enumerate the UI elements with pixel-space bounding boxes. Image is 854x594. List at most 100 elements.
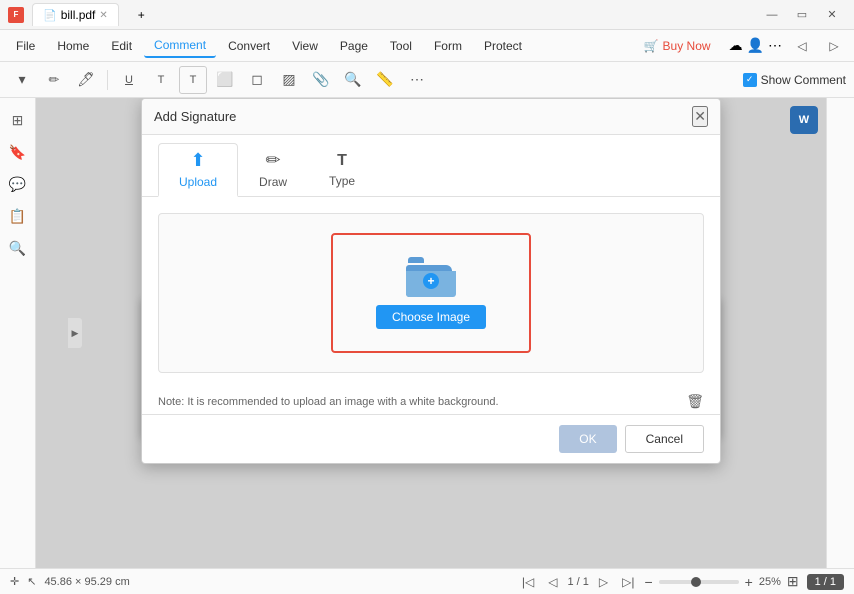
zoom-thumb xyxy=(691,577,701,587)
expand-sidebar-arrow[interactable]: ▶ xyxy=(68,318,82,348)
menu-edit[interactable]: Edit xyxy=(101,35,142,57)
page-display: 1 / 1 xyxy=(567,576,588,588)
nav-back-button[interactable]: ◁ xyxy=(788,32,816,60)
more-icon[interactable]: ⋯ xyxy=(768,37,782,54)
sidebar-search-icon[interactable]: 🔍 xyxy=(4,234,32,262)
folder-plus-icon: + xyxy=(423,273,439,289)
sidebar-bookmark-icon[interactable]: 🔖 xyxy=(4,138,32,166)
toolbar-rect-btn[interactable]: ⬜ xyxy=(211,66,239,94)
bottombar: ✛ ↖ 45.86 × 95.29 cm |◁ ◁ 1 / 1 ▷ ▷| − +… xyxy=(0,568,854,594)
zoom-out-icon[interactable]: − xyxy=(644,574,652,590)
close-button[interactable]: ✕ xyxy=(818,1,846,29)
cart-icon: 🛒 xyxy=(644,39,659,53)
toolbar-dropdown-btn[interactable]: ▾ xyxy=(8,66,36,94)
buy-now-button[interactable]: 🛒 Buy Now xyxy=(636,35,719,57)
menu-comment[interactable]: Comment xyxy=(144,34,216,58)
dimensions-text: 45.86 × 95.29 cm xyxy=(44,576,129,588)
menu-page[interactable]: Page xyxy=(330,35,378,57)
dialog-titlebar: Add Signature ✕ xyxy=(142,99,720,135)
last-page-button[interactable]: ▷| xyxy=(618,573,638,591)
nav-forward-button[interactable]: ▷ xyxy=(820,32,848,60)
zoom-in-icon[interactable]: + xyxy=(745,574,753,590)
dialog-close-button[interactable]: ✕ xyxy=(692,106,708,127)
menu-home[interactable]: Home xyxy=(47,35,99,57)
upload-tab-icon: ⬆ xyxy=(190,150,205,171)
dialog-title-text: Add Signature xyxy=(154,109,236,124)
cancel-button[interactable]: Cancel xyxy=(625,425,704,453)
fit-page-icon[interactable]: ⊞ xyxy=(787,573,799,590)
word-icon: W xyxy=(790,106,818,134)
delete-icon-button[interactable]: 🗑 xyxy=(686,393,704,410)
word-icon-button[interactable]: W xyxy=(790,106,818,134)
dialog-actions: OK Cancel xyxy=(142,414,720,463)
ok-button[interactable]: OK xyxy=(559,425,616,453)
draw-tab-label: Draw xyxy=(259,175,287,189)
dialog-note: Note: It is recommended to upload an ima… xyxy=(142,389,720,414)
toolbar-sep-1 xyxy=(107,70,108,90)
toolbar: ▾ ✏ 🖊 U T T ⬜ ◻ ▨ 📎 🔍 📏 ⋯ ✓ Show Comment xyxy=(0,62,854,98)
new-tab-icon: + xyxy=(138,8,145,22)
dialog-tabs: ⬆ Upload ✏ Draw T Type xyxy=(142,135,720,197)
toolbar-measure-btn[interactable]: 📏 xyxy=(371,66,399,94)
menu-convert[interactable]: Convert xyxy=(218,35,280,57)
folder-tab-part xyxy=(408,257,424,263)
tab-filename: bill.pdf xyxy=(61,8,96,22)
zoom-slider[interactable] xyxy=(659,580,739,584)
tab-draw[interactable]: ✏ Draw xyxy=(238,143,308,196)
menu-file[interactable]: File xyxy=(6,35,45,57)
toolbar-text-btn[interactable]: T xyxy=(147,66,175,94)
menu-form[interactable]: Form xyxy=(424,35,472,57)
zoom-value: 25% xyxy=(759,576,781,588)
upload-drop-area[interactable]: + Choose Image xyxy=(158,213,704,373)
tab-type[interactable]: T Type xyxy=(308,145,376,195)
window-nav-buttons: ◁ ▷ xyxy=(788,32,848,60)
toolbar-underline-btn[interactable]: U xyxy=(115,66,143,94)
draw-tab-icon: ✏ xyxy=(265,150,280,171)
new-tab-button[interactable]: + xyxy=(127,3,156,27)
cloud-icon[interactable]: ☁ xyxy=(729,37,743,54)
cursor-icon[interactable]: ✛ xyxy=(10,575,19,588)
menu-view[interactable]: View xyxy=(282,35,328,57)
first-page-button[interactable]: |◁ xyxy=(518,573,538,591)
show-comment-label: Show Comment xyxy=(761,73,846,87)
minimize-button[interactable]: — xyxy=(758,1,786,29)
toolbar-text2-btn[interactable]: T xyxy=(179,66,207,94)
toolbar-attach-btn[interactable]: 📎 xyxy=(307,66,335,94)
main-area: ⊞ 🔖 💬 📋 🔍 ▶ Wine Breather Carafe $59.95 … xyxy=(0,98,854,568)
page-badge: 1 / 1 xyxy=(807,574,844,590)
choose-image-container: + Choose Image xyxy=(331,233,531,353)
next-page-button[interactable]: ▷ xyxy=(595,573,612,591)
menu-protect[interactable]: Protect xyxy=(474,35,532,57)
bottombar-right: |◁ ◁ 1 / 1 ▷ ▷| − + 25% ⊞ xyxy=(518,573,799,591)
tab-close-icon[interactable]: ✕ xyxy=(99,10,107,21)
toolbar-stamp-btn[interactable]: ▨ xyxy=(275,66,303,94)
maximize-button[interactable]: ▭ xyxy=(788,1,816,29)
folder-icon: + xyxy=(406,257,456,297)
toolbar-shape-btn[interactable]: ◻ xyxy=(243,66,271,94)
note-text: Note: It is recommended to upload an ima… xyxy=(158,396,499,408)
app-icon: F xyxy=(8,7,24,23)
sidebar-comment-icon[interactable]: 💬 xyxy=(4,170,32,198)
sidebar-pages-icon[interactable]: 📋 xyxy=(4,202,32,230)
window-controls: — ▭ ✕ xyxy=(758,1,846,29)
toolbar-search-btn[interactable]: 🔍 xyxy=(339,66,367,94)
dialog-overlay: Add Signature ✕ ⬆ Upload ✏ Draw T T xyxy=(36,98,826,568)
toolbar-more-btn[interactable]: ⋯ xyxy=(403,66,431,94)
type-tab-icon: T xyxy=(337,152,347,170)
checkbox-checked-icon: ✓ xyxy=(743,73,757,87)
toolbar-highlight-btn[interactable]: 🖊 xyxy=(72,66,100,94)
sidebar-page-icon[interactable]: ⊞ xyxy=(4,106,32,134)
menubar: File Home Edit Comment Convert View Page… xyxy=(0,30,854,62)
account-icon[interactable]: 👤 xyxy=(747,37,764,54)
show-comment-area: ✓ Show Comment xyxy=(743,73,846,87)
menu-tool[interactable]: Tool xyxy=(380,35,422,57)
left-sidebar: ⊞ 🔖 💬 📋 🔍 xyxy=(0,98,36,568)
show-comment-toggle[interactable]: ✓ Show Comment xyxy=(743,73,846,87)
pointer-icon[interactable]: ↖ xyxy=(27,575,36,588)
tab-upload[interactable]: ⬆ Upload xyxy=(158,143,238,197)
prev-page-button[interactable]: ◁ xyxy=(544,573,561,591)
choose-image-button[interactable]: Choose Image xyxy=(376,305,486,329)
right-sidebar xyxy=(826,98,854,568)
active-tab[interactable]: 📄 bill.pdf ✕ xyxy=(32,3,119,26)
toolbar-pencil-btn[interactable]: ✏ xyxy=(40,66,68,94)
